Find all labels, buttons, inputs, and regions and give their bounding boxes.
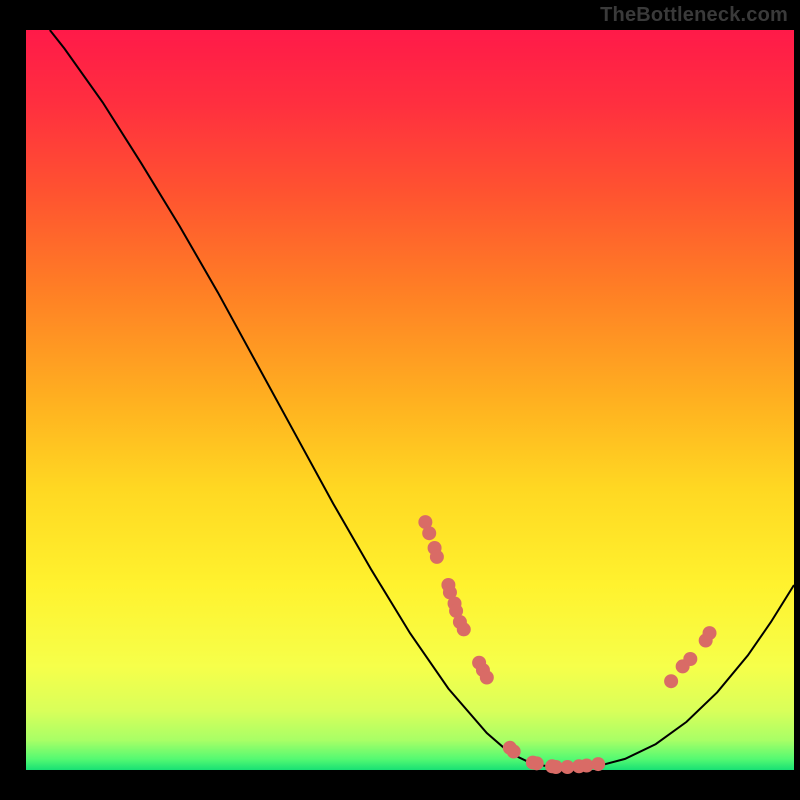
- data-point: [507, 745, 521, 759]
- data-point: [703, 626, 717, 640]
- bottleneck-chart: TheBottleneck.com: [0, 0, 800, 800]
- data-point: [422, 526, 436, 540]
- data-point: [430, 550, 444, 564]
- watermark-text: TheBottleneck.com: [600, 4, 788, 27]
- plot-background: [26, 30, 794, 770]
- data-point: [480, 671, 494, 685]
- data-point: [664, 674, 678, 688]
- data-point: [457, 622, 471, 636]
- data-point: [591, 757, 605, 771]
- chart-svg: [0, 0, 800, 800]
- data-point: [683, 652, 697, 666]
- data-point: [530, 756, 544, 770]
